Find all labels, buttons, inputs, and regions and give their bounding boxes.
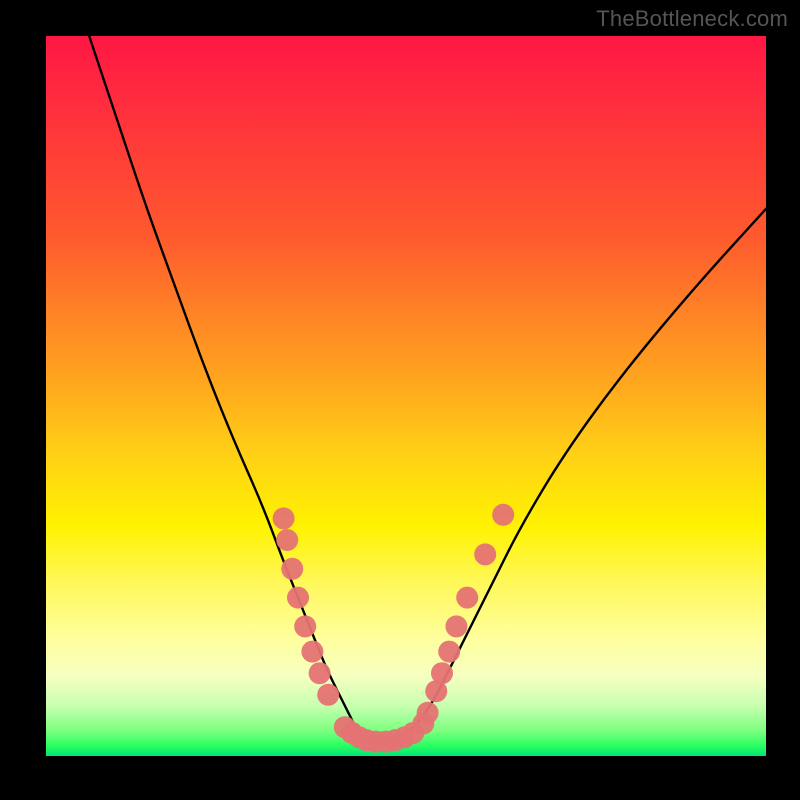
- marker-dot: [492, 504, 514, 526]
- marker-dot: [417, 702, 439, 724]
- marker-dot: [294, 615, 316, 637]
- chart-overlay: [46, 36, 766, 756]
- plot-area: [46, 36, 766, 756]
- marker-dot: [474, 543, 496, 565]
- marker-dot: [309, 662, 331, 684]
- marker-dot: [431, 662, 453, 684]
- marker-dot: [438, 641, 460, 663]
- bottleneck-curve: [89, 36, 766, 742]
- marker-dot: [301, 641, 323, 663]
- marker-dot: [273, 507, 295, 529]
- chart-frame: TheBottleneck.com: [0, 0, 800, 800]
- marker-dot: [276, 529, 298, 551]
- watermark-text: TheBottleneck.com: [596, 6, 788, 32]
- marker-dots-group: [273, 504, 515, 753]
- marker-dot: [317, 684, 339, 706]
- marker-dot: [281, 558, 303, 580]
- marker-dot: [456, 587, 478, 609]
- marker-dot: [445, 615, 467, 637]
- marker-dot: [287, 587, 309, 609]
